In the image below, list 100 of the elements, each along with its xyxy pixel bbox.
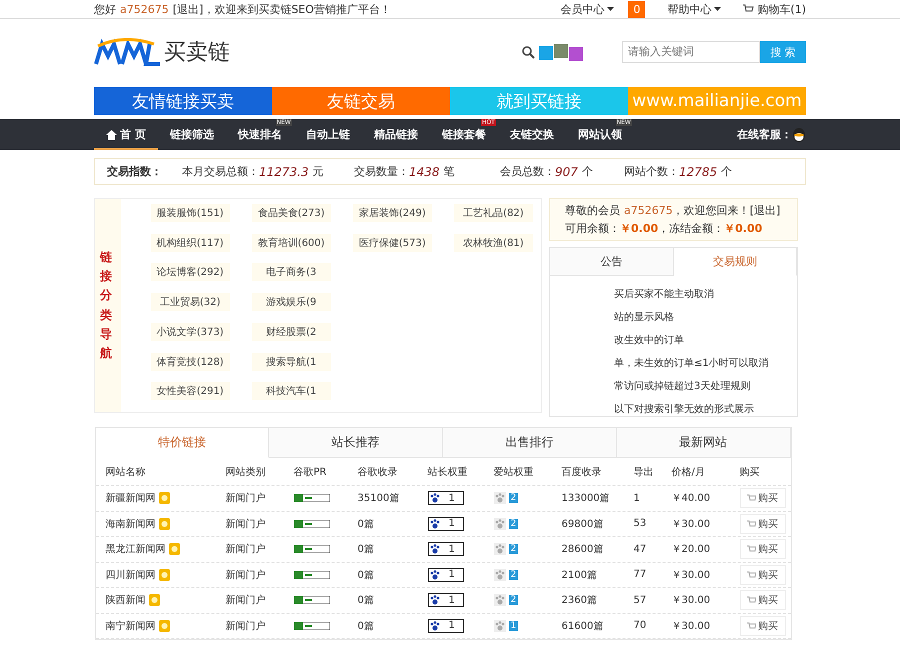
rule-link[interactable]: 以下对搜索引擎无效的形式展示 <box>550 397 797 420</box>
service-label: 在线客服： <box>737 127 792 142</box>
pr-bar-icon <box>294 545 330 554</box>
nav-item[interactable]: 友链交换 <box>498 126 566 150</box>
pr-bar-icon <box>294 622 330 630</box>
table-cell-text: 35100篇 <box>358 492 400 506</box>
notice-tab[interactable]: 交易规则 <box>674 248 797 276</box>
nav-item[interactable]: 网站认领 <box>566 126 634 150</box>
buy-button[interactable]: 购买 <box>740 488 786 508</box>
banner-segment: 友链交易 <box>272 87 450 115</box>
column-header: 爱站权重 <box>494 466 534 478</box>
column-header: 网站类别 <box>226 466 266 478</box>
category-link[interactable]: 农林牧渔(81) <box>454 234 533 252</box>
category-link[interactable]: 机构组织(117) <box>150 234 230 252</box>
buy-button[interactable]: 购买 <box>740 514 786 534</box>
rule-link[interactable]: 改生效中的订单 <box>550 328 797 351</box>
top-menu-item[interactable]: 会员中心 <box>560 2 614 16</box>
category-link[interactable]: 女性美容(291) <box>150 382 230 400</box>
paw-icon <box>494 568 506 581</box>
category-link[interactable]: 工业贸易(32) <box>150 293 230 312</box>
table-cell-text: 53 <box>634 518 648 530</box>
buy-button[interactable]: 购买 <box>740 616 786 636</box>
buy-button[interactable]: 购买 <box>740 564 786 585</box>
rule-link[interactable]: 买后买家不能主动取消 <box>550 282 797 305</box>
table-cell-text: 1 <box>634 492 641 504</box>
notice-tab[interactable]: 公告 <box>550 248 674 276</box>
top-menu-item[interactable]: 购物车(1) <box>743 2 806 16</box>
table-cell-text: 0篇 <box>358 594 375 608</box>
site-name: 陕西新闻 <box>106 593 226 608</box>
price: ￥40.00 <box>672 492 712 506</box>
listing-tab[interactable]: 最新网站 <box>616 428 790 458</box>
search-icon <box>522 46 535 58</box>
category-link[interactable]: 医疗保健(573) <box>352 234 432 252</box>
table-cell-text: 0篇 <box>358 543 375 556</box>
table-cell-text: 新闻门户 <box>226 620 266 633</box>
column-header: 价格/月 <box>672 466 706 478</box>
stat-value: 11273.3 <box>259 164 309 178</box>
paw-icon <box>428 543 440 556</box>
stat-value: 1438 <box>409 164 440 178</box>
category-link[interactable]: 搜索导航(1 <box>252 352 331 371</box>
table-cell-text: 47 <box>634 544 648 555</box>
stat-label: 网站个数： <box>624 164 679 179</box>
price: ￥30.00 <box>672 518 712 531</box>
logout-link[interactable]: [退出] <box>172 2 204 16</box>
listing-tab[interactable]: 站长推荐 <box>269 428 443 458</box>
banner-segment: 友情链接买卖 <box>94 87 272 115</box>
search-field[interactable]: 请输入关键词 <box>622 41 760 63</box>
category-link[interactable]: 电子商务(3 <box>252 263 331 282</box>
column-header: 百度收录 <box>562 466 602 478</box>
category-link[interactable]: 教育培训(600) <box>252 234 331 252</box>
medal-icon <box>158 518 170 530</box>
table-cell-text: 新闻门户 <box>226 594 266 608</box>
pr-bar-icon <box>294 520 330 528</box>
nav-item[interactable]: 链接套餐 <box>430 126 498 150</box>
qq-icon[interactable] <box>792 126 806 142</box>
category-link[interactable]: 工艺礼品(82) <box>454 204 533 222</box>
category-link[interactable]: 服装服饰(151) <box>150 204 230 222</box>
column-header: 导出 <box>634 466 654 478</box>
table-cell-text: 61600篇 <box>562 620 604 633</box>
table-cell-text: 57 <box>634 594 648 606</box>
aizhan-weight: 1 <box>508 620 518 631</box>
listing-tab[interactable]: 出售排行 <box>443 428 617 458</box>
column-header: 网站名称 <box>106 466 146 478</box>
paw-icon <box>428 594 440 606</box>
category-link[interactable]: 科技汽车(1 <box>252 382 331 400</box>
nav-item[interactable]: 链接筛选 <box>158 126 226 150</box>
cart-icon <box>747 596 756 604</box>
category-link[interactable]: 论坛博客(292) <box>150 263 230 282</box>
welcome-text: ，欢迎来到买卖链SEO营销推广平台！ <box>203 2 391 16</box>
category-link[interactable]: 家居装饰(249) <box>352 204 432 222</box>
top-menu-item[interactable]: 帮助中心 <box>667 2 722 16</box>
stat-label: 交易数量： <box>354 164 409 179</box>
buy-button[interactable]: 购买 <box>740 539 786 560</box>
paw-icon <box>428 620 440 632</box>
nav-item[interactable]: 自动上链 <box>294 126 362 150</box>
category-link[interactable]: 财经股票(2 <box>252 322 331 341</box>
nav-item[interactable]: 首 页 <box>94 126 158 150</box>
paw-icon <box>494 594 506 606</box>
zz-weight-badge: 1 <box>428 568 464 582</box>
cart-icon <box>747 545 756 554</box>
stat-label: 本月交易总额： <box>182 164 259 179</box>
nav-item[interactable]: 快速排名 <box>226 126 294 150</box>
category-link[interactable]: 游戏娱乐(9 <box>252 293 331 312</box>
category-link[interactable]: 体育竞技(128) <box>150 352 230 371</box>
rule-link[interactable]: 单，未生效的订单≤1小时可以取消 <box>550 351 797 374</box>
category-link[interactable]: 食品美食(273) <box>252 204 331 222</box>
table-cell-text: 2360篇 <box>562 594 598 608</box>
category-link[interactable]: 小说文学(373) <box>150 322 230 341</box>
caret-icon <box>714 7 722 11</box>
username-link[interactable]: a752675 <box>120 2 169 16</box>
nav-item[interactable]: 精品链接 <box>362 126 430 150</box>
stat-unit: 笔 <box>444 164 455 179</box>
rule-link[interactable]: 站的显示风格 <box>550 305 797 328</box>
buy-button[interactable]: 购买 <box>740 590 786 610</box>
member-label: 尊敬的会员 <box>565 203 620 218</box>
zz-weight-badge: 1 <box>428 516 464 531</box>
paw-icon <box>428 492 440 504</box>
username-link[interactable]: a752675 <box>624 204 673 217</box>
rule-link[interactable]: 常访问或掉链超过3天处理规则 <box>550 374 797 397</box>
aizhan-weight: 2 <box>508 595 518 606</box>
